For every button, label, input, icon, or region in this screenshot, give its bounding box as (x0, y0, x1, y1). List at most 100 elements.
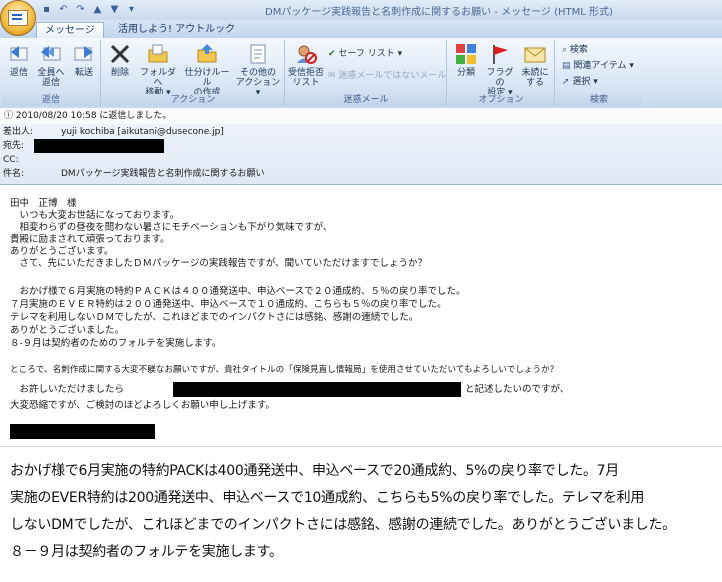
not-junk-button[interactable]: ✉ 迷惑メールではないメール (328, 70, 446, 82)
title-bar: ▪ ↶ ↷ ▲ ▼ ▾ DMパッケージ実践報告と名刺作成に関するお願い - メッ… (0, 0, 722, 20)
undo-icon[interactable]: ↶ (57, 3, 70, 16)
office-button-icon[interactable] (0, 0, 36, 36)
block-label-1: 受信拒否 (288, 68, 325, 78)
other-label-1: その他の (239, 68, 276, 78)
subject-row: 件名: DMパッケージ実践報告と名刺作成に関するお願い (3, 168, 265, 180)
categorize-button[interactable]: 分類 (452, 42, 480, 78)
divider (0, 446, 722, 447)
from-value[interactable]: yuji kochiba [aikutani@dusecone.jp] (61, 126, 224, 138)
rule-label-1: 仕分けルール (184, 68, 230, 88)
customize-qat-icon[interactable]: ▾ (125, 3, 138, 16)
group-options-label: オプション (448, 94, 554, 106)
find-label: 検索 (569, 45, 588, 55)
tab-message[interactable]: メッセージ (36, 22, 104, 39)
caption-line: おかげ様で6月実施の特約PACKは400通発送中、申込ベースで20通成約、5%の… (10, 463, 619, 479)
redo-icon[interactable]: ↷ (74, 3, 87, 16)
tab-outlook-tips[interactable]: 活用しよう! アウトルック (110, 22, 243, 38)
caption-line: 実施のEVER特約は200通発送中、申込ベースで10通成約、こちらも5%の戻り率… (10, 490, 645, 506)
safe-list-label: セーフ リスト ▾ (338, 49, 403, 59)
other-actions-icon (246, 42, 270, 66)
body-line: 田中 正博 様 (10, 198, 77, 209)
to-row: 宛先: (3, 140, 24, 152)
related-label: 関連アイテム ▾ (573, 61, 634, 71)
ribbon-tabs: メッセージ 活用しよう! アウトルック (0, 20, 722, 39)
body-line: ありがとうございました。 (10, 325, 125, 336)
related-icon: ▤ (562, 61, 571, 71)
group-respond-label: 返信 (2, 94, 100, 106)
select-icon: ➚ (562, 77, 570, 87)
body-line: いつも大変お世話になっております。 (10, 210, 180, 221)
to-label: 宛先: (3, 141, 25, 151)
select-label: 選択 ▾ (572, 77, 598, 87)
move-folder-icon (146, 42, 170, 66)
forward-label: 転送 (74, 68, 93, 78)
redacted-signature (10, 424, 155, 439)
message-body[interactable]: 田中 正博 様 いつも大変お世話になっております。 相変わらずの昼夜を問わない暑… (0, 188, 722, 446)
create-rule-button[interactable]: 仕分けルール の作成 (182, 42, 232, 98)
body-line: 貴殿に励まされて頑張っております。 (10, 234, 170, 245)
body-line: おかげ様で６月実施の特約ＰＡＣＫは４００通発送中、申込ベースで２０通成約、５％の… (10, 286, 466, 297)
body-line: 相変わらずの昼夜を問わない暑さにモチベーションも下がり気味ですが、 (10, 222, 333, 233)
reply-all-icon (39, 42, 63, 66)
cc-row: CC: (3, 154, 19, 166)
body-line: と記述したいのですが、 (465, 384, 570, 395)
select-button[interactable]: ➚ 選択 ▾ (562, 76, 598, 88)
reply-icon (7, 42, 31, 66)
save-icon[interactable]: ▪ (40, 3, 53, 16)
not-junk-icon: ✉ (328, 71, 336, 81)
from-row: 差出人: yuji kochiba [aikutani@dusecone.jp] (3, 126, 224, 138)
body-line: ありがとうございます。 (10, 246, 114, 257)
info-bar: ⓘ 2010/08/20 10:58 に返信しました。 (0, 108, 722, 125)
redacted-recipient (34, 139, 164, 153)
reply-all-button[interactable]: 全員へ 返信 (35, 42, 67, 88)
reply-button[interactable]: 返信 (5, 42, 33, 78)
window-title: DMパッケージ実践報告と名刺作成に関するお願い - メッセージ (HTML 形式… (265, 7, 613, 18)
group-respond: 返信 全員へ 返信 転送 返信 (2, 40, 101, 106)
move-label-1: フォルダへ (139, 68, 176, 88)
subject-label: 件名: (3, 169, 25, 179)
forward-button[interactable]: 転送 (70, 42, 98, 78)
delete-button[interactable]: 削除 (106, 42, 134, 78)
body-line: ところで、名刺作成に関する大変不躾なお願いですが、貴社タイトルの「保険見直し情報… (10, 365, 559, 375)
redacted-text (173, 382, 461, 397)
body-line: お許しいただけましたら (10, 384, 125, 395)
ribbon: 返信 全員へ 返信 転送 返信 削除 フォルダへ 移動 ▾ 仕分けルール の作成… (0, 38, 722, 109)
group-junk: 受信拒否 リスト ✔ セーフ リスト ▾ ✉ 迷惑メールではないメール 迷惑メー… (286, 40, 447, 106)
categorize-icon (454, 42, 478, 66)
up-icon[interactable]: ▲ (91, 3, 104, 16)
flag-icon (488, 42, 512, 66)
delete-label: 削除 (110, 68, 129, 78)
unread-label-1: 未読に (521, 68, 549, 78)
reply-label: 返信 (9, 68, 28, 78)
outlook-message-window: ▪ ↶ ↷ ▲ ▼ ▾ DMパッケージ実践報告と名刺作成に関するお願い - メッ… (0, 0, 722, 446)
move-folder-button[interactable]: フォルダへ 移動 ▾ (138, 42, 178, 98)
forward-icon (72, 42, 96, 66)
safe-list-button[interactable]: ✔ セーフ リスト ▾ (328, 48, 402, 60)
group-find: ⌕ 検索 ▤ 関連アイテム ▾ ➚ 選択 ▾ 検索 (556, 40, 642, 106)
group-find-label: 検索 (556, 94, 642, 106)
find-button[interactable]: ⌕ 検索 (562, 44, 588, 56)
reply-all-label-2: 返信 (41, 78, 60, 88)
reply-all-label-1: 全員へ (37, 68, 65, 78)
from-label: 差出人: (3, 127, 34, 137)
info-icon: ⓘ (4, 111, 14, 121)
other-actions-button[interactable]: その他の アクション ▾ (234, 42, 282, 98)
block-sender-button[interactable]: 受信拒否 リスト (288, 42, 324, 88)
unread-icon (523, 42, 547, 66)
follow-up-button[interactable]: フラグの 設定 ▾ (484, 42, 516, 98)
group-junk-label: 迷惑メール (286, 94, 446, 106)
cc-label: CC: (3, 155, 19, 165)
delete-icon (108, 42, 132, 66)
caption-text: おかげ様で6月実施の特約PACKは400通発送中、申込ベースで20通成約、5%の… (10, 458, 716, 566)
down-icon[interactable]: ▼ (108, 3, 121, 16)
body-line: テレマを利用しないＤＭでしたが、これほどまでのインパクトさには感銘、感謝の連続で… (10, 312, 419, 323)
body-line: 大変恐縮ですが、ご検討のほどよろしくお願い申し上げます。 (10, 400, 275, 411)
caption-line: しないDMでしたが、これほどまでのインパクトさには感銘、感謝の連続でした。ありが… (10, 517, 676, 533)
related-items-button[interactable]: ▤ 関連アイテム ▾ (562, 60, 634, 72)
mark-unread-button[interactable]: 未読に する (520, 42, 550, 88)
group-actions-label: アクション (102, 94, 284, 106)
group-actions: 削除 フォルダへ 移動 ▾ 仕分けルール の作成 その他の アクション ▾ アク… (102, 40, 285, 106)
info-text: 2010/08/20 10:58 に返信しました。 (15, 111, 172, 121)
categorize-label: 分類 (456, 68, 475, 78)
group-options: 分類 フラグの 設定 ▾ 未読に する オプション (448, 40, 555, 106)
